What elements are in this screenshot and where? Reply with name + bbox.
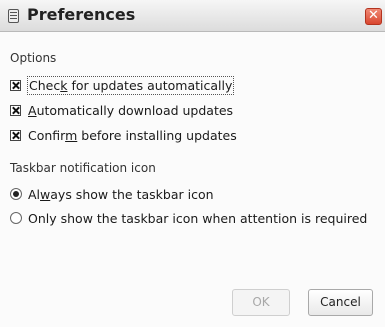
- preferences-dialog: Preferences ✕ Options Check for updates …: [0, 0, 385, 327]
- checkbox-confirm-before-install[interactable]: Confirm before installing updates: [10, 126, 238, 144]
- close-icon[interactable]: ✕: [365, 8, 382, 25]
- checkbox-check-for-updates[interactable]: Check for updates automatically: [10, 75, 235, 95]
- options-heading: Options: [10, 51, 57, 65]
- checkbox-checked-icon[interactable]: [10, 104, 21, 116]
- checkbox-label: Automatically download updates: [28, 102, 234, 118]
- ok-button[interactable]: OK: [232, 289, 290, 316]
- window-title: Preferences: [27, 5, 136, 24]
- radio-label: Only show the taskbar icon when attentio…: [28, 210, 368, 226]
- radio-unselected-icon[interactable]: [10, 212, 22, 224]
- title-bar[interactable]: Preferences ✕: [0, 0, 385, 32]
- taskbar-heading: Taskbar notification icon: [10, 161, 156, 175]
- radio-always-show-icon[interactable]: Always show the taskbar icon: [10, 185, 214, 203]
- radio-selected-icon[interactable]: [10, 188, 22, 200]
- radio-show-on-attention[interactable]: Only show the taskbar icon when attentio…: [10, 209, 367, 227]
- checkbox-label: Confirm before installing updates: [28, 127, 237, 143]
- radio-label: Always show the taskbar icon: [28, 186, 214, 202]
- window-menu-icon[interactable]: [8, 9, 19, 23]
- checkbox-checked-icon[interactable]: [10, 79, 21, 91]
- cancel-button[interactable]: Cancel: [308, 289, 373, 316]
- checkbox-checked-icon[interactable]: [10, 129, 21, 141]
- checkbox-label: Check for updates automatically: [27, 75, 235, 95]
- checkbox-auto-download[interactable]: Automatically download updates: [10, 101, 234, 119]
